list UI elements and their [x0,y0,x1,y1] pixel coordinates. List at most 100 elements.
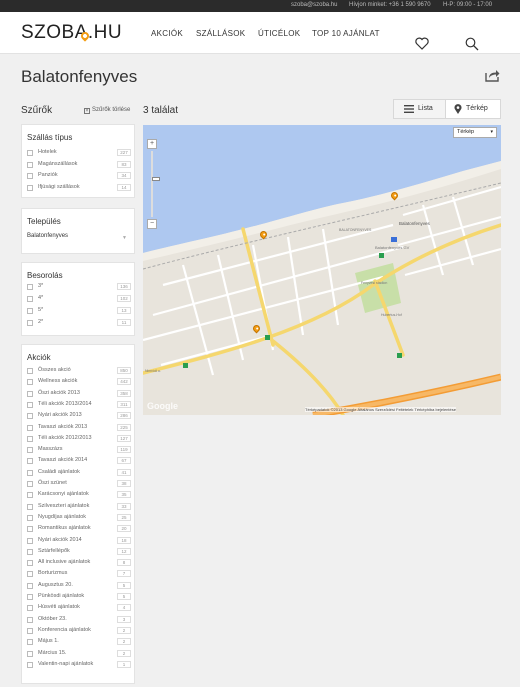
zoom-out-button[interactable]: − [147,219,157,229]
nav-item-destinations[interactable]: ÚTICÉLOK [258,29,300,38]
filter-option[interactable]: Panziók 34 [27,172,131,182]
filter-option[interactable]: Nyugdíjas ajánlatok 25 [27,513,131,524]
filter-option[interactable]: 2* 11 [27,319,131,329]
filter-checkbox[interactable] [27,424,33,431]
filter-option[interactable]: Őszi szünet 38 [27,480,131,490]
filter-option[interactable]: Valentin-napi ajánlatok 1 [27,660,131,671]
filter-checkbox[interactable] [27,594,33,600]
zoom-control: + − [147,139,160,229]
list-view-button[interactable]: Lista [394,100,446,118]
filter-checkbox[interactable] [27,503,33,510]
filter-option[interactable]: Összes akció 850 [27,367,131,377]
filter-checkbox[interactable] [27,150,33,156]
filter-checkbox[interactable] [27,514,33,521]
filter-option-label: Téli akciók 2013/2014 [38,400,92,407]
nav-item-accommodations[interactable]: SZÁLLÁSOK [196,29,245,38]
contact-email[interactable]: szoba@szoba.hu [291,2,337,8]
filter-checkbox[interactable] [27,582,33,589]
filter-option[interactable]: Hotelek 227 [27,149,131,159]
filter-checkbox[interactable] [27,173,33,179]
filter-checkbox[interactable] [27,526,33,533]
filter-option-count: 11 [117,319,131,326]
filter-checkbox[interactable] [27,548,33,555]
filter-option[interactable]: Húsvéti ajánlatok 4 [27,604,131,614]
filter-panel-title: Szállás típus [27,133,73,142]
filter-option[interactable]: Pünkösdi ajánlatok 5 [27,593,131,603]
filter-checkbox[interactable] [27,571,33,578]
filter-option[interactable]: Családi ajánlatok 41 [27,468,131,479]
nav-item-top10[interactable]: TOP 10 AJÁNLAT [312,29,380,38]
filter-checkbox[interactable] [27,390,33,397]
filter-checkbox[interactable] [27,627,33,634]
filter-option[interactable]: Augusztus 20. 5 [27,581,131,592]
filter-checkbox[interactable] [27,469,33,476]
filter-checkbox[interactable] [27,435,33,442]
site-logo[interactable]: SZOBA.HU [21,22,122,44]
share-icon[interactable] [484,68,500,82]
filter-option[interactable]: Nyári akciók 2013 286 [27,412,131,422]
filter-option[interactable]: Tavaszi akciók 2014 67 [27,457,131,467]
map-view-button[interactable]: Térkép [446,100,500,118]
nav-item-deals[interactable]: AKCIÓK [151,29,183,38]
filter-option[interactable]: Karácsonyi ajánlatok 35 [27,491,131,501]
clear-filters-button[interactable]: × Szűrők törlése [84,107,130,114]
filter-option-count: 358 [117,389,131,397]
filter-checkbox[interactable] [27,458,33,465]
filter-checkbox[interactable] [27,560,33,567]
filter-option[interactable]: Május 1. 2 [27,638,131,648]
filter-option[interactable]: Sztárfellépők 12 [27,547,131,558]
filter-option[interactable]: Tavaszi akciók 2013 225 [27,423,131,434]
filter-option[interactable]: Téli akciók 2012/2013 127 [27,434,131,445]
filter-option[interactable]: Nyári akciók 2014 18 [27,536,131,547]
filter-checkbox[interactable] [27,616,33,623]
filter-option[interactable]: Téli akciók 2013/2014 311 [27,400,131,411]
filter-option[interactable]: Borturizmus 7 [27,570,131,580]
filter-checkbox[interactable] [27,481,33,487]
result-count: 3 találat [143,105,179,116]
filter-option[interactable]: 4* 102 [27,295,131,305]
zoom-slider[interactable] [151,151,160,217]
filter-option[interactable]: 5* 13 [27,307,131,317]
filter-checkbox[interactable] [27,605,33,612]
zoom-in-button[interactable]: + [147,139,157,149]
filter-checkbox[interactable] [27,161,33,168]
heart-icon[interactable] [415,37,429,50]
results-map[interactable]: BALATONFENYVES Balatonfenyves GV Balaton… [143,125,501,415]
filter-option-label: Tavaszi akciók 2013 [38,423,88,430]
filter-option[interactable]: 3* 136 [27,283,131,293]
filter-checkbox[interactable] [27,447,33,454]
filter-option[interactable]: Masszázs 119 [27,446,131,456]
search-icon[interactable] [465,37,479,51]
zoom-slider-handle[interactable] [152,177,160,181]
filter-option[interactable]: Március 15. 2 [27,649,131,660]
filter-option-label: Karácsonyi ajánlatok [38,491,89,498]
filter-checkbox[interactable] [27,413,33,420]
filter-option[interactable]: Október 23. 3 [27,615,131,626]
filter-checkbox[interactable] [27,537,33,544]
filter-checkbox[interactable] [27,308,33,314]
filter-checkbox[interactable] [27,639,33,646]
filter-option[interactable]: Ifjúsági szállások 14 [27,183,131,194]
filter-checkbox[interactable] [27,368,33,374]
filter-checkbox[interactable] [27,661,33,668]
filter-checkbox[interactable] [27,184,33,191]
map-type-select[interactable]: Térkép ▾ [453,127,497,138]
filter-option[interactable]: Őszi akciók 2013 358 [27,389,131,400]
filter-checkbox[interactable] [27,379,33,386]
filter-checkbox[interactable] [27,401,33,408]
filter-checkbox[interactable] [27,296,33,302]
filter-checkbox[interactable] [27,650,33,657]
filter-option[interactable]: Konferencia ajánlatok 2 [27,626,131,637]
filter-option-label: Ifjúsági szállások [38,183,80,190]
filter-option[interactable]: All inclusive ajánlatok 8 [27,559,131,569]
filter-option-label: Húsvéti ajánlatok [38,604,80,611]
filter-option[interactable]: Szilveszteri ajánlatok 33 [27,502,131,513]
filter-checkbox[interactable] [27,320,33,326]
filter-option[interactable]: Wellness akciók 442 [27,378,131,388]
filter-option[interactable]: Magánszállások 83 [27,160,131,171]
settlement-select[interactable]: Balatonfenyves ▼ [27,233,129,245]
filter-option[interactable]: Romantikus ajánlatok 20 [27,525,131,535]
filter-checkbox[interactable] [27,284,33,290]
filter-checkbox[interactable] [27,492,33,499]
filter-option-label: Március 15. [38,649,67,656]
